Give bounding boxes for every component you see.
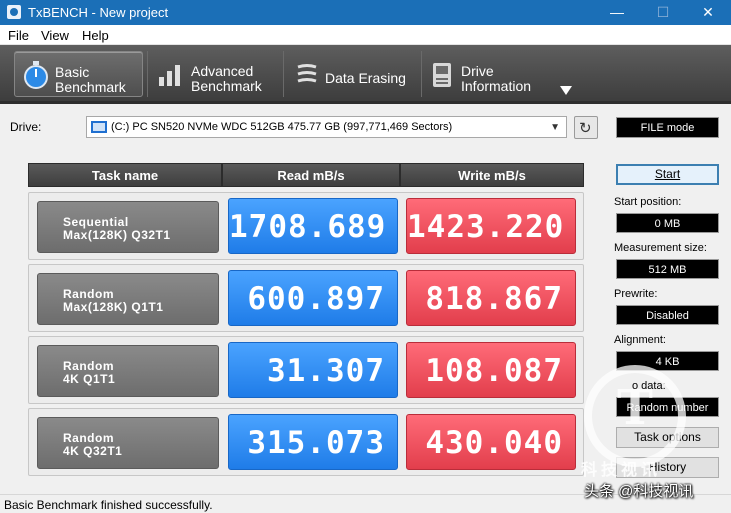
task-button[interactable]: Random 4K Q1T1 <box>37 345 219 397</box>
watermark-text: 科技视讯 <box>581 462 662 479</box>
toolbar-divider <box>147 51 148 97</box>
task-button[interactable]: Random 4K Q32T1 <box>37 417 219 469</box>
table-row: Sequential Max(128K) Q32T1 1708.689 1423… <box>28 192 584 260</box>
measurement-size-label: Measurement size: <box>614 242 707 254</box>
maximize-button[interactable]: ☐ <box>640 0 686 25</box>
menu-view[interactable]: View <box>41 28 69 43</box>
read-speed-value: 315.073 <box>228 414 398 470</box>
drive-select[interactable]: (C:) PC SN520 NVMe WDC 512GB 475.77 GB (… <box>86 116 567 138</box>
task-button[interactable]: Random Max(128K) Q1T1 <box>37 273 219 325</box>
alignment-label: Alignment: <box>614 334 666 346</box>
task-button[interactable]: Sequential Max(128K) Q32T1 <box>37 201 219 253</box>
task-name-line2: 4K Q1T1 <box>63 372 116 386</box>
write-speed-value: 1423.220 <box>406 198 576 254</box>
eraser-icon <box>297 64 317 83</box>
minimize-button[interactable]: — <box>594 0 640 25</box>
tab-basic-benchmark[interactable]: Basic Benchmark <box>14 51 143 97</box>
task-name-line2: 4K Q32T1 <box>63 444 123 458</box>
write-speed-value: 818.867 <box>406 270 576 326</box>
prewrite-field[interactable]: Disabled <box>616 305 719 325</box>
tab-label-line2: Benchmark <box>55 79 126 95</box>
chevron-down-icon[interactable] <box>560 86 572 95</box>
tab-data-erasing[interactable]: Data Erasing <box>287 51 417 97</box>
title-bar: TxBENCH - New project — ☐ ✕ <box>0 0 731 25</box>
task-name-line1: Sequential <box>63 215 129 229</box>
tab-label-line1: Drive <box>461 63 494 79</box>
read-speed-value: 600.897 <box>228 270 398 326</box>
refresh-button[interactable]: ↻ <box>574 116 598 139</box>
start-position-label: Start position: <box>614 196 682 208</box>
close-button[interactable]: ✕ <box>685 0 731 25</box>
write-speed-value: 430.040 <box>406 414 576 470</box>
drive-icon <box>91 121 107 133</box>
status-text: Basic Benchmark finished successfully. <box>4 498 213 512</box>
task-name-line2: Max(128K) Q32T1 <box>63 228 171 242</box>
toolbar-divider <box>421 51 422 97</box>
bar-chart-icon <box>159 65 180 86</box>
table-row: Random 4K Q32T1 315.073 430.040 <box>28 408 584 476</box>
mode-indicator: FILE mode <box>616 117 719 138</box>
drive-selected-value: (C:) PC SN520 NVMe WDC 512GB 475.77 GB (… <box>111 121 453 133</box>
task-name-line1: Random <box>63 359 114 373</box>
start-button[interactable]: Start <box>616 164 719 185</box>
tab-drive-information[interactable]: Drive Information <box>425 51 553 97</box>
watermark-letter: T <box>617 380 653 436</box>
task-name-line1: Random <box>63 287 114 301</box>
tab-advanced-benchmark[interactable]: Advanced Benchmark <box>151 51 279 97</box>
menu-bar: File View Help <box>0 25 731 45</box>
measurement-size-field[interactable]: 512 MB <box>616 259 719 279</box>
menu-file[interactable]: File <box>8 28 29 43</box>
chevron-down-icon: ▼ <box>550 122 560 133</box>
window-title: TxBENCH - New project <box>28 5 169 20</box>
write-speed-value: 108.087 <box>406 342 576 398</box>
column-header-task: Task name <box>28 163 222 187</box>
toolbar: Basic Benchmark Advanced Benchmark Data … <box>0 45 731 104</box>
toolbar-divider <box>283 51 284 97</box>
table-row: Random Max(128K) Q1T1 600.897 818.867 <box>28 264 584 332</box>
watermark-credit: 头条 @科技视讯 <box>584 483 694 500</box>
task-name-line2: Max(128K) Q1T1 <box>63 300 164 314</box>
column-header-read: Read mB/s <box>222 163 400 187</box>
start-position-field[interactable]: 0 MB <box>616 213 719 233</box>
app-icon <box>7 5 21 19</box>
column-header-write: Write mB/s <box>400 163 584 187</box>
read-speed-value: 31.307 <box>228 342 398 398</box>
start-button-label: Start <box>654 167 681 181</box>
tab-label-line2: Benchmark <box>191 78 262 94</box>
drive-info-icon <box>433 63 451 87</box>
refresh-icon: ↻ <box>579 120 592 137</box>
task-name-line1: Random <box>63 431 114 445</box>
prewrite-label: Prewrite: <box>614 288 658 300</box>
table-row: Random 4K Q1T1 31.307 108.087 <box>28 336 584 404</box>
tab-label-line1: Data Erasing <box>325 70 406 86</box>
tab-label-line2: Information <box>461 78 532 94</box>
read-speed-value: 1708.689 <box>228 198 398 254</box>
drive-label: Drive: <box>10 120 42 134</box>
menu-help[interactable]: Help <box>82 28 109 43</box>
tab-label-line1: Advanced <box>191 63 254 79</box>
stopwatch-icon <box>24 61 48 89</box>
tab-label-line1: Basic <box>55 64 90 80</box>
